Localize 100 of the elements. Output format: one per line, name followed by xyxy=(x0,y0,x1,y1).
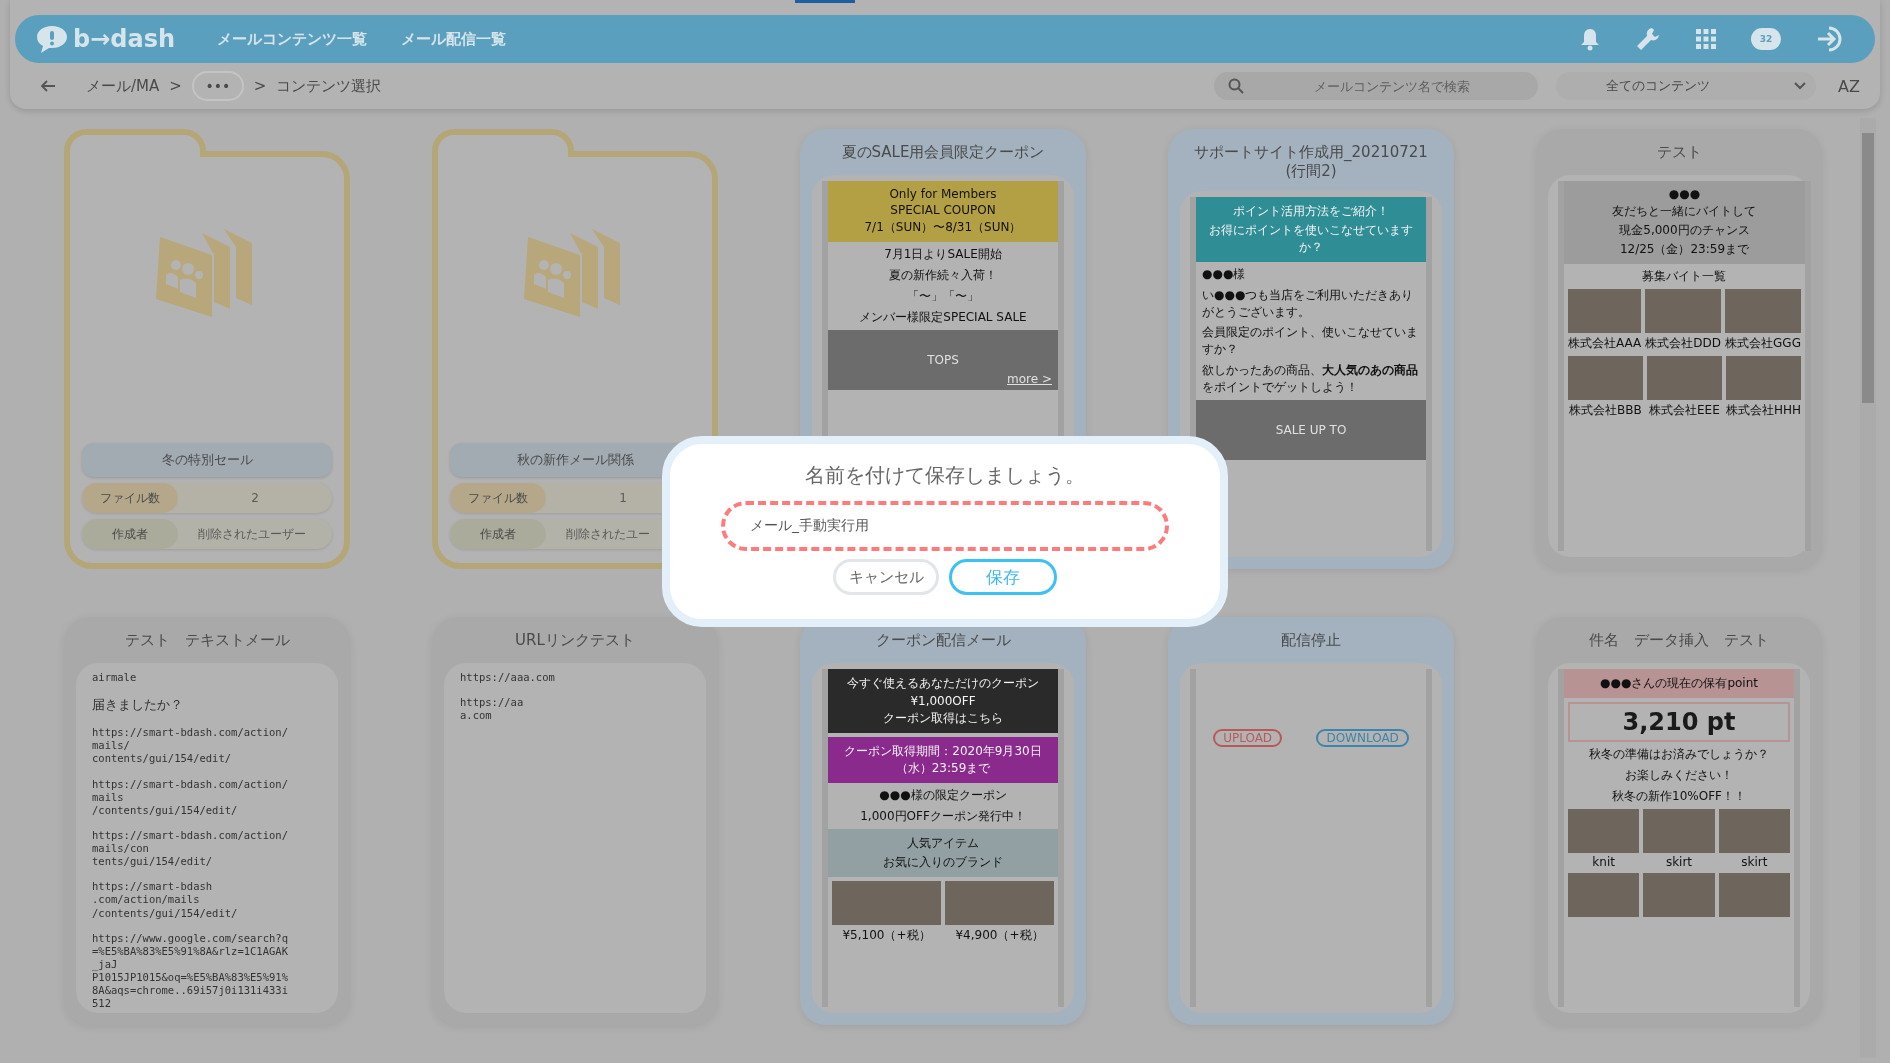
info-value: 2 xyxy=(250,491,260,505)
banner-text: 12/25（金）23:59まで xyxy=(1619,241,1750,258)
scrollbar-thumb[interactable] xyxy=(1862,133,1874,403)
speech-bubble-icon xyxy=(35,24,69,54)
photo-placeholder xyxy=(1568,809,1640,853)
content-title: テスト テキストメール xyxy=(123,631,291,651)
mail-content-card[interactable]: 配信停止 UPLOAD DOWNLOAD xyxy=(1168,617,1454,1025)
back-arrow-icon[interactable] xyxy=(40,79,56,93)
banner-text: ●●●さんの現在の保有point xyxy=(1600,675,1758,692)
content-filter-dropdown[interactable]: 全てのコンテンツ xyxy=(1556,72,1817,100)
scrollbar[interactable] xyxy=(1860,118,1876,1058)
mail-text: https://smart-bdash.com/action/ mails/ contents/gui/154/edit/ xyxy=(92,726,289,766)
banner-text: お気に入りのブランド xyxy=(883,854,1003,871)
photo-caption: ¥4,900（+税） xyxy=(955,927,1044,944)
preview-text: 夏の新作続々入荷！ xyxy=(888,267,998,284)
content-title: 夏のSALE用会員限定クーポン xyxy=(840,143,1046,163)
breadcrumb-link[interactable]: メール/MA xyxy=(86,76,160,96)
search-field[interactable]: メールコンテンツ名で検索 xyxy=(1214,72,1539,100)
banner-text: 人気アイテム xyxy=(907,835,979,852)
preview-paragraph: ●●●様 xyxy=(1201,266,1247,283)
photo-placeholder xyxy=(1643,873,1715,917)
preview-text: 7月1日よりSALE開始 xyxy=(883,246,1003,263)
content-title: テスト xyxy=(1655,143,1703,163)
preview-text: ●●●様の限定クーポン xyxy=(878,787,1008,804)
photo-caption: 株式会社DDD xyxy=(1645,335,1722,352)
banner-text: ●●● xyxy=(1668,187,1701,201)
photo-placeholder xyxy=(1718,873,1790,917)
preview-button: UPLOAD xyxy=(1213,729,1283,747)
preview-paragraph: 会員限定のポイント、使いこなせていますか？ xyxy=(1201,324,1419,358)
mail-content-card[interactable]: 件名 データ挿入 テスト ●●●さんの現在の保有point 3,210 pt 秋冬の準備はお済みでしょうか？ お楽しみください！ 秋冬の新作10%OFF！！ knit skirt skirt xyxy=(1536,617,1822,1025)
info-label: ファイル数 xyxy=(450,483,546,513)
breadcrumb-separator: > xyxy=(253,77,267,95)
mail-text: https://smart-bdash.com/action/ mails /contents/gui/154/edit/ xyxy=(92,777,289,817)
breadcrumb-current: コンテンツ選択 xyxy=(276,76,382,96)
preview-button: DOWNLOAD xyxy=(1316,729,1409,747)
banner-text: クーポン取得期間：2020年9月30日（水）23:59まで xyxy=(843,743,1043,777)
info-value: 削除されたユー xyxy=(565,525,651,543)
folder-card[interactable]: 冬の特別セール ファイル数 2 作成者 削除されたユーザー xyxy=(64,151,350,569)
banner-text: Only for Members xyxy=(889,187,997,201)
photo-caption: ¥5,100（+税） xyxy=(842,927,931,944)
info-value: 削除されたユーザー xyxy=(197,525,307,543)
content-title: 件名 データ挿入 テスト xyxy=(1588,631,1770,651)
mail-text: https://aa a.com xyxy=(460,696,525,723)
preview-text: メンバー様限定SPECIAL SALE xyxy=(858,309,1028,326)
content-title: サポートサイト作成用_20210721 (行間2) xyxy=(1193,143,1429,182)
banner-text: ¥1,000OFF xyxy=(910,694,976,708)
photo-caption: TOPS xyxy=(927,353,959,367)
nav-link[interactable]: メールコンテンツ一覧 xyxy=(217,29,368,49)
folder-name: 冬の特別セール xyxy=(82,443,332,477)
photo-caption: skirt xyxy=(1665,855,1693,869)
mail-text: https://aaa.com xyxy=(460,671,556,685)
point-value: 3,210 pt xyxy=(1568,702,1790,742)
banner-text: 現金5,000円のチャンス xyxy=(1619,222,1750,239)
photo-caption: 株式会社AAA xyxy=(1568,335,1642,352)
preview-paragraph: 欲しかったあの商品、大人気のあの商品をポイントでゲットしよう！ xyxy=(1201,362,1419,396)
sort-button[interactable]: AZ xyxy=(1838,76,1860,96)
grid-icon[interactable] xyxy=(1695,28,1717,50)
preview-text: 秋冬の新作10%OFF！！ xyxy=(1611,788,1747,805)
preview-text: 募集バイト一覧 xyxy=(1641,268,1728,285)
banner-text: 今すぐ使えるあなただけのクーポン xyxy=(847,675,1039,692)
photo-placeholder xyxy=(1643,809,1715,853)
folder-card[interactable]: 秋の新作メール関係 ファイル数 1 作成者 削除されたユー xyxy=(432,151,718,569)
save-button[interactable]: 保存 xyxy=(949,559,1057,595)
banner-text: クーポン取得はこちら xyxy=(883,710,1003,727)
mail-content-card[interactable]: サポートサイト作成用_20210721 (行間2) ポイント活用方法をご紹介！ お得にポイントを使いこなせていますか？ ●●●様 い●●●つも当店をご利用いただきありがとうございます。 会員限定のポイント、使いこなせていますか？ 欲しかったあの商品、大人気のあの商品をポイントでゲットしよう！ SALE UP TO xyxy=(1168,129,1454,569)
content-title: クーポン配信メール xyxy=(874,631,1012,651)
dialog-title: 名前を付けて保存しましょう。 xyxy=(805,462,1085,489)
chevron-down-icon xyxy=(1794,82,1807,90)
photo-caption: 株式会社EEE xyxy=(1649,402,1720,419)
preview-text: 「〜」「〜」 xyxy=(906,288,980,305)
banner-text: お得にポイントを使いこなせていますか？ xyxy=(1208,222,1414,256)
more-button[interactable]: ••• xyxy=(191,71,244,101)
name-input-field[interactable]: メール_手動実行用 xyxy=(721,501,1169,551)
photo-caption: 株式会社BBB xyxy=(1569,402,1642,419)
nav-link[interactable]: メール配信一覧 xyxy=(401,29,507,49)
wrench-icon[interactable] xyxy=(1635,26,1661,52)
banner-text: 友だちと一緒にバイトして xyxy=(1612,203,1757,220)
preview-text: 1,000円OFFクーポン発行中！ xyxy=(859,808,1027,825)
photo-placeholder xyxy=(1568,873,1640,917)
cancel-button[interactable]: キャンセル xyxy=(833,559,939,595)
banner-text: 7/1（SUN）〜8/31（SUN） xyxy=(864,219,1022,236)
mail-content-card[interactable]: テスト ●●● 友だちと一緒にバイトして 現金5,000円のチャンス 12/25（金）23:59まで 募集バイト一覧 株式会社AAA 株式会社DDD 株式会社GGG 株式会社BBB 株式会社EEE 株式会社HHH xyxy=(1536,129,1822,569)
photo-placeholder xyxy=(1718,809,1790,853)
photo-caption: 株式会社GGG xyxy=(1725,335,1801,352)
banner-text: SPECIAL COUPON xyxy=(890,203,996,217)
mail-text: 届きましたか？ xyxy=(92,696,184,715)
breadcrumb-separator: > xyxy=(169,77,182,95)
photo-caption: skirt xyxy=(1741,855,1768,869)
content-title: 配信停止 xyxy=(1280,631,1342,651)
info-label: ファイル数 xyxy=(82,483,178,513)
more-link: more > xyxy=(1007,372,1052,386)
info-label: 作成者 xyxy=(82,519,178,549)
info-value: 1 xyxy=(618,491,628,505)
notification-cloud[interactable]: 32 xyxy=(1751,28,1781,50)
content-title: URLリンクテスト xyxy=(514,631,636,651)
preview-paragraph: い●●●つも当店をご利用いただきありがとうございます。 xyxy=(1201,286,1415,321)
info-label: 作成者 xyxy=(450,519,546,549)
photo-caption: SALE UP TO xyxy=(1275,422,1347,437)
text-mail-card[interactable]: URLリンクテスト https://aaa.com https://aa a.com xyxy=(432,617,718,1025)
bell-icon[interactable] xyxy=(1579,27,1601,51)
